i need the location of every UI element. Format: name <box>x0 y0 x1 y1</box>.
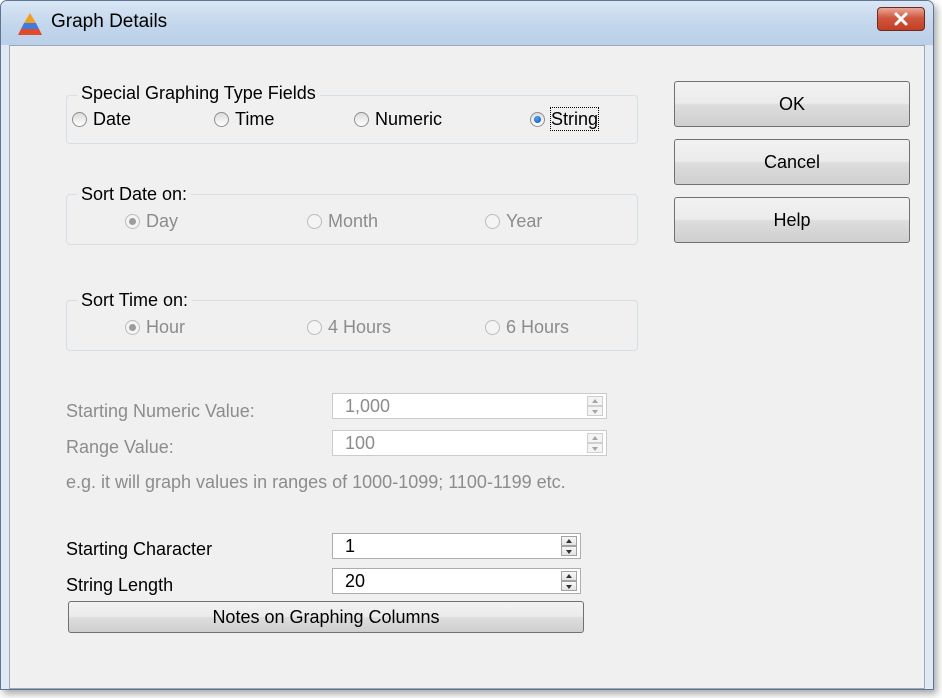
window-title: Graph Details <box>51 11 168 32</box>
radio-4-hours-label: 4 Hours <box>328 317 392 337</box>
sort-date-caption: Sort Date on: <box>77 183 192 205</box>
starting-character-value: 1 <box>345 536 356 556</box>
radio-string-dot[interactable] <box>530 111 545 127</box>
string-length-stepper[interactable]: 20 <box>332 568 581 594</box>
radio-numeric-label: Numeric <box>375 109 443 129</box>
pyramid-icon <box>18 13 42 35</box>
radio-time[interactable]: Time <box>214 108 274 130</box>
radio-month[interactable]: Month <box>307 210 378 232</box>
radio-year-label: Year <box>506 211 543 231</box>
radio-month-label: Month <box>328 211 379 231</box>
spin-up-icon[interactable] <box>561 536 577 546</box>
dialog-body: Special Graphing Type Fields Date Time N… <box>9 45 925 689</box>
radio-hour[interactable]: Hour <box>125 316 185 338</box>
range-value-spin-buttons[interactable] <box>587 433 603 453</box>
starting-numeric-label: Starting Numeric Value: <box>66 401 255 421</box>
radio-date-label: Date <box>93 109 132 129</box>
sort-time-group: Sort Time on: Hour 4 Hours 6 Hours <box>66 289 638 351</box>
notes-on-graphing-columns-button[interactable]: Notes on Graphing Columns <box>68 601 584 633</box>
ok-button[interactable]: OK <box>674 81 910 127</box>
radio-6-hours-dot[interactable] <box>485 319 500 335</box>
radio-numeric[interactable]: Numeric <box>354 108 442 130</box>
sort-time-caption: Sort Time on: <box>77 289 193 311</box>
range-value-value: 100 <box>345 433 376 453</box>
radio-6-hours-label: 6 Hours <box>506 317 570 337</box>
radio-time-label: Time <box>235 109 275 129</box>
spin-up-icon[interactable] <box>561 571 577 581</box>
starting-character-stepper[interactable]: 1 <box>332 533 581 559</box>
radio-4-hours-dot[interactable] <box>307 319 322 335</box>
starting-numeric-value: 1,000 <box>345 396 391 416</box>
radio-hour-label: Hour <box>146 317 186 337</box>
radio-year[interactable]: Year <box>485 210 542 232</box>
spin-down-icon[interactable] <box>561 581 577 591</box>
starting-character-label: Starting Character <box>66 539 213 559</box>
spin-down-icon[interactable] <box>561 546 577 556</box>
radio-string-label: String <box>549 107 600 131</box>
radio-time-dot[interactable] <box>214 111 229 127</box>
type-group-caption: Special Graphing Type Fields <box>77 82 320 104</box>
title-bar[interactable]: Graph Details <box>1 1 933 45</box>
string-length-value: 20 <box>345 571 366 591</box>
radio-hour-dot[interactable] <box>125 319 140 335</box>
radio-string[interactable]: String <box>530 107 600 131</box>
range-hint: e.g. it will graph values in ranges of 1… <box>66 472 566 492</box>
type-group: Special Graphing Type Fields Date Time N… <box>66 82 638 144</box>
string-length-spin-buttons[interactable] <box>561 571 577 591</box>
radio-date-dot[interactable] <box>72 111 87 127</box>
range-value-label: Range Value: <box>66 437 174 457</box>
radio-day-label: Day <box>146 211 179 231</box>
radio-numeric-dot[interactable] <box>354 111 369 127</box>
spin-up-icon[interactable] <box>587 396 603 406</box>
spin-down-icon[interactable] <box>587 406 603 416</box>
radio-year-dot[interactable] <box>485 213 500 229</box>
starting-numeric-stepper[interactable]: 1,000 <box>332 393 607 419</box>
starting-numeric-spin-buttons[interactable] <box>587 396 603 416</box>
radio-date[interactable]: Date <box>72 108 131 130</box>
starting-character-spin-buttons[interactable] <box>561 536 577 556</box>
radio-6-hours[interactable]: 6 Hours <box>485 316 569 338</box>
radio-day-dot[interactable] <box>125 213 140 229</box>
radio-month-dot[interactable] <box>307 213 322 229</box>
radio-4-hours[interactable]: 4 Hours <box>307 316 391 338</box>
close-button[interactable] <box>877 7 925 31</box>
string-length-label: String Length <box>66 575 174 595</box>
sort-date-group: Sort Date on: Day Month Year <box>66 183 638 245</box>
radio-day[interactable]: Day <box>125 210 178 232</box>
cancel-button[interactable]: Cancel <box>674 139 910 185</box>
close-icon <box>894 12 908 26</box>
range-value-stepper[interactable]: 100 <box>332 430 607 456</box>
spin-up-icon[interactable] <box>587 433 603 443</box>
spin-down-icon[interactable] <box>587 443 603 453</box>
graph-details-dialog: Graph Details Special Graphing Type Fiel… <box>0 0 934 690</box>
help-button[interactable]: Help <box>674 197 910 243</box>
